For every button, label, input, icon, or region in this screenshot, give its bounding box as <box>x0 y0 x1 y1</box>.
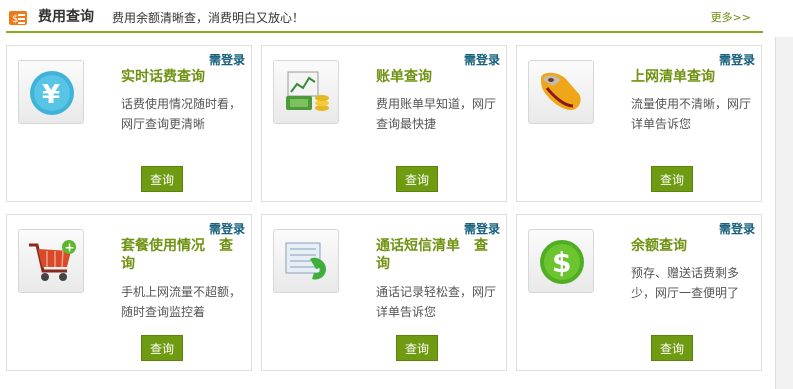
dollar-coin-icon: $ <box>540 240 584 284</box>
coins-icon: $ <box>8 7 28 27</box>
card-title: 套餐使用情况 查询 <box>121 238 233 272</box>
mouse-icon <box>541 72 581 110</box>
card-title: 账单查询 <box>376 69 432 85</box>
card-description: 流量使用不清晰，网厅详单告诉您 <box>631 97 752 131</box>
svg-text:¥: ¥ <box>42 80 60 110</box>
card-icon-box[interactable] <box>273 229 339 293</box>
login-required-link[interactable]: 需登录 <box>464 51 500 68</box>
card-icon-box[interactable]: ¥ <box>18 60 84 124</box>
query-button[interactable]: 查询 <box>651 166 693 192</box>
query-button[interactable]: 查询 <box>141 166 183 192</box>
phone-records-icon <box>285 242 326 280</box>
login-required-link[interactable]: 需登录 <box>719 220 755 237</box>
header-title: 费用查询 <box>38 9 94 25</box>
card-title: 余额查询 <box>631 238 687 254</box>
svg-text:+: + <box>65 241 75 255</box>
login-required-link[interactable]: 需登录 <box>209 51 245 68</box>
query-button[interactable]: 查询 <box>396 166 438 192</box>
section-header: $ 费用查询 费用余额清晰查，消费明白又放心！ 更多>> <box>6 3 763 33</box>
shopping-cart-icon: + <box>29 240 76 281</box>
header-subtitle: 费用余额清晰查，消费明白又放心！ <box>112 11 305 25</box>
card-realtime-fee: 需登录 ¥ 实时话费查询 话费使用情况随时看，网厅查询更清晰 查询 <box>6 45 252 202</box>
bill-money-icon <box>286 71 329 111</box>
svg-text:$: $ <box>552 246 571 279</box>
yen-coin-icon: ¥ <box>30 71 74 115</box>
scrollbar[interactable] <box>775 37 793 389</box>
card-description: 话费使用情况随时看，网厅查询更清晰 <box>121 97 242 131</box>
card-call-sms-records: 需登录 通话短信清单 查询 通话记录轻松查，网厅详单告诉您 查询 <box>261 214 507 371</box>
card-description: 通话记录轻松查，网厅详单告诉您 <box>376 285 497 319</box>
card-title: 实时话费查询 <box>121 69 205 85</box>
query-button[interactable]: 查询 <box>141 335 183 361</box>
login-required-link[interactable]: 需登录 <box>464 220 500 237</box>
query-button[interactable]: 查询 <box>396 335 438 361</box>
card-description: 预存、赠送话费剩多少，网厅一查便明了 <box>631 266 740 300</box>
svg-text:$: $ <box>12 14 18 25</box>
card-description: 手机上网流量不超额，随时查询监控着 <box>121 285 242 319</box>
card-icon-box[interactable] <box>528 60 594 124</box>
card-internet-records: 需登录 上网清单查询 流量使用不清晰，网厅详单告诉您 查询 <box>516 45 762 202</box>
card-title: 上网清单查询 <box>631 69 715 85</box>
card-balance: 需登录 $ 余额查询 预存、赠送话费剩多少，网厅一查便明了 查询 <box>516 214 762 371</box>
card-title: 通话短信清单 查询 <box>376 238 488 272</box>
card-icon-box[interactable] <box>273 60 339 124</box>
query-button[interactable]: 查询 <box>651 335 693 361</box>
more-link[interactable]: 更多>> <box>711 8 751 28</box>
card-plan-usage: 需登录 + 套餐使用情况 查询 手机上网流量不超额，随时查询监控着 查询 <box>6 214 252 371</box>
card-icon-box[interactable]: $ <box>528 229 594 293</box>
card-description: 费用账单早知道，网厅查询最快捷 <box>376 97 497 131</box>
login-required-link[interactable]: 需登录 <box>719 51 755 68</box>
card-bill: 需登录 账单查询 费用账单早知道，网厅查询最快捷 查询 <box>261 45 507 202</box>
login-required-link[interactable]: 需登录 <box>209 220 245 237</box>
card-icon-box[interactable]: + <box>18 229 84 293</box>
